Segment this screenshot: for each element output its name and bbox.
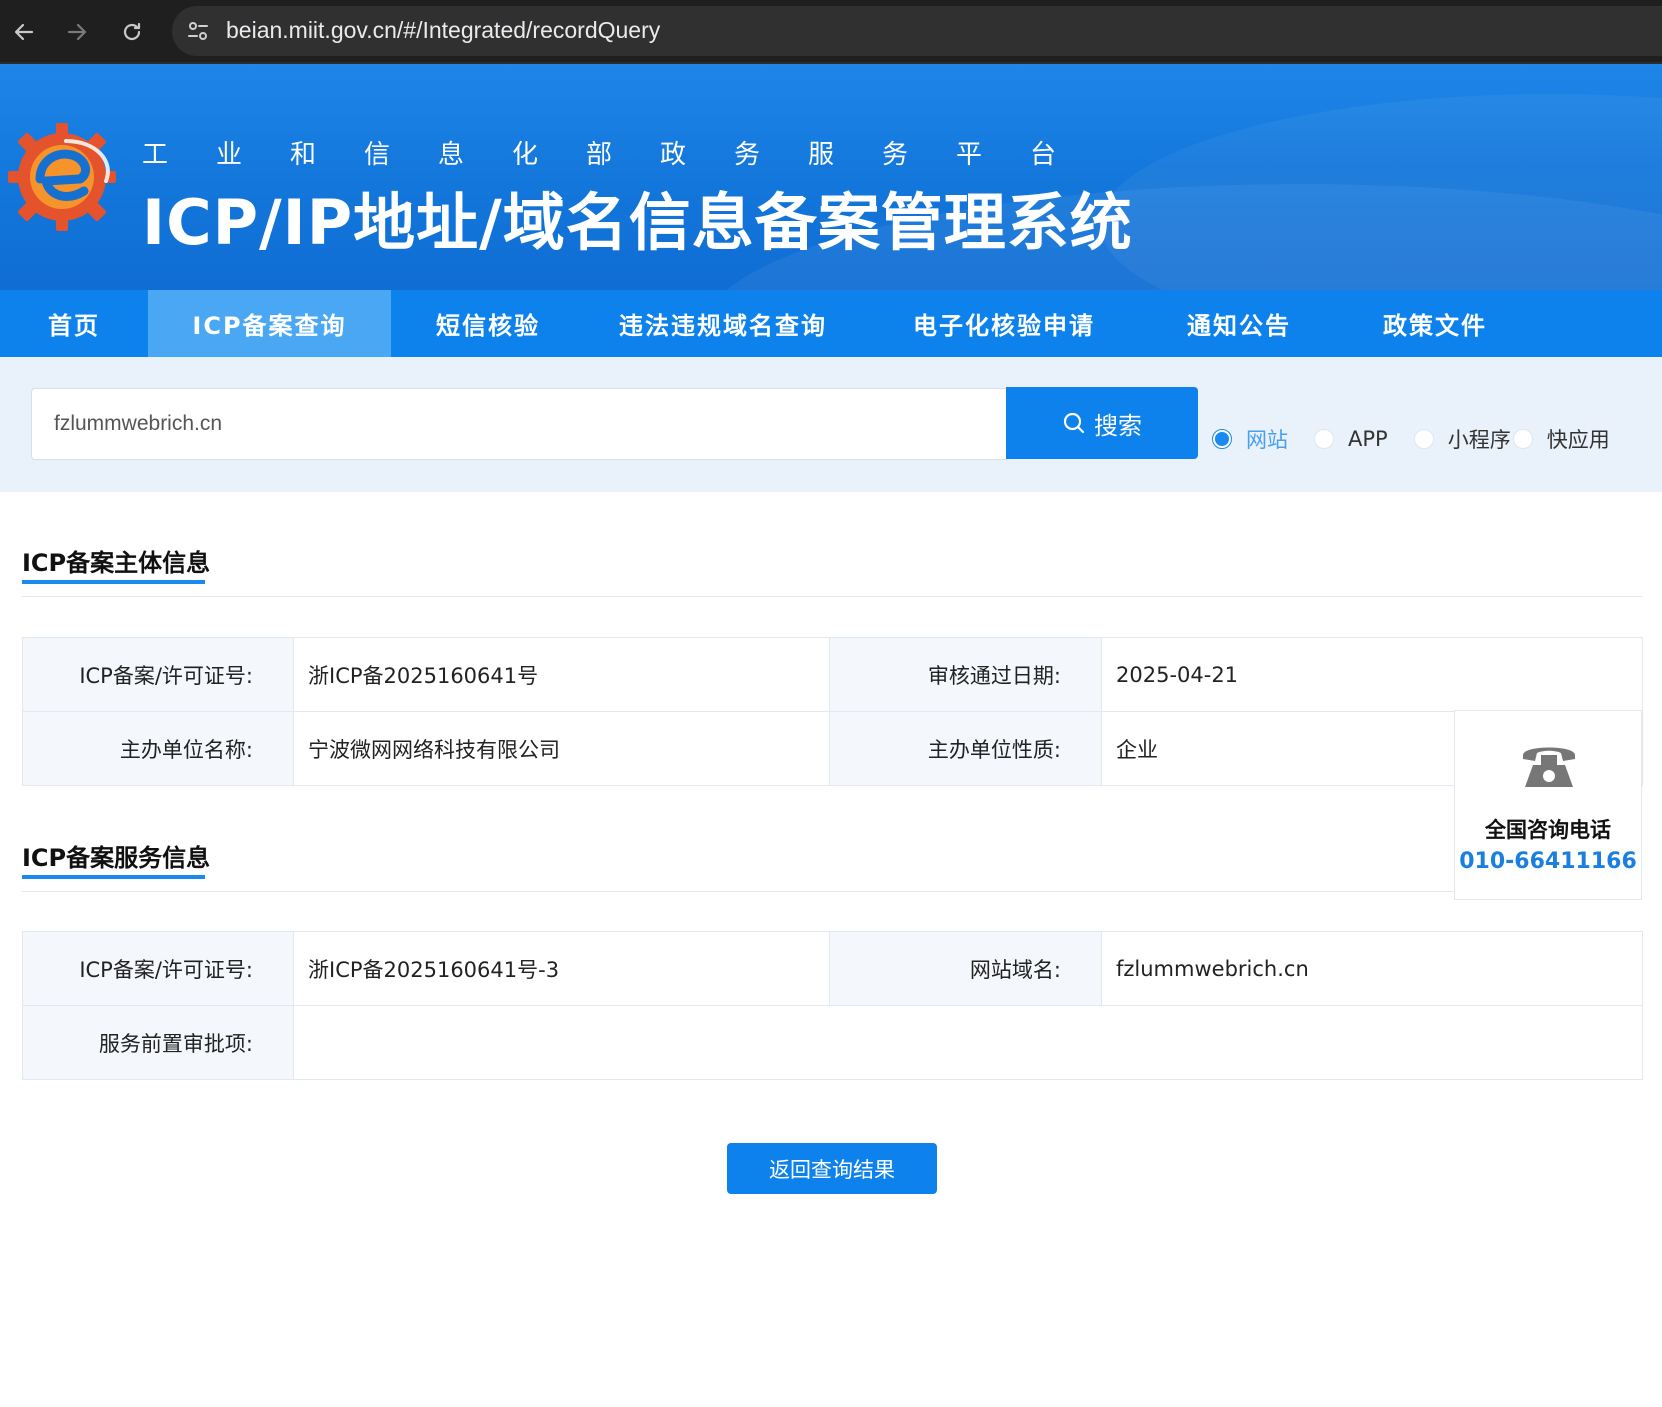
radio-unchecked-icon [1512, 429, 1533, 449]
nav-item-home[interactable]: 首页 [0, 290, 148, 357]
search-input[interactable] [31, 388, 1007, 460]
ministry-title: 工业和信息化部政务服务平台 [142, 140, 1105, 170]
nav-item-icp-query[interactable]: ICP备案查询 [148, 290, 391, 357]
address-bar[interactable]: beian.miit.gov.cn/#/Integrated/recordQue… [172, 6, 1662, 56]
radio-label-website: 网站 [1246, 428, 1288, 452]
org-type-label: 主办单位性质: [829, 711, 1102, 786]
browser-toolbar: beian.miit.gov.cn/#/Integrated/recordQue… [0, 0, 1662, 64]
back-arrow-icon[interactable] [2, 10, 46, 54]
forward-arrow-icon[interactable] [55, 10, 99, 54]
hotline-card: 全国咨询电话 010-66411166 [1454, 710, 1642, 900]
query-type-radio-group: 网站 APP 小程序 快应用 [1212, 424, 1610, 454]
search-button[interactable]: 搜索 [1006, 387, 1198, 459]
preapproval-value [293, 1005, 1643, 1080]
section-divider [22, 596, 1642, 597]
service-license-label: ICP备案/许可证号: [22, 931, 294, 1006]
url-text[interactable]: beian.miit.gov.cn/#/Integrated/recordQue… [226, 17, 660, 44]
reload-icon[interactable] [110, 10, 154, 54]
nav-item-policy-docs[interactable]: 政策文件 [1331, 290, 1539, 357]
radio-website[interactable]: 网站 [1212, 424, 1288, 454]
radio-checked-icon [1212, 429, 1232, 449]
system-title: ICP/IP地址/域名信息备案管理系统 [142, 186, 1133, 259]
radio-label-app: APP [1348, 427, 1388, 451]
table-row: ICP备案/许可证号: 浙ICP备2025160641号 审核通过日期: 202… [22, 637, 1643, 712]
preapproval-label: 服务前置审批项: [22, 1005, 294, 1080]
search-icon [1063, 412, 1085, 434]
domain-value: fzlummwebrich.cn [1101, 931, 1643, 1006]
section-title-service: ICP备案服务信息 [22, 844, 211, 872]
search-panel: 搜索 网站 APP 小程序 快应用 [0, 357, 1662, 492]
radio-quick-app[interactable]: 快应用 [1512, 424, 1610, 454]
banner-decoration [1100, 94, 1662, 290]
radio-label-quick-app: 快应用 [1546, 428, 1610, 452]
telephone-icon [1523, 747, 1575, 787]
org-name-value: 宁波微网网络科技有限公司 [293, 711, 830, 786]
nav-item-sms-verify[interactable]: 短信核验 [391, 290, 585, 357]
hotline-number: 010-66411166 [1459, 849, 1637, 874]
table-row: 主办单位名称: 宁波微网网络科技有限公司 主办单位性质: 企业 [22, 711, 1643, 786]
nav-item-electronic-verify[interactable]: 电子化核验申请 [861, 290, 1147, 357]
search-button-label: 搜索 [1094, 412, 1142, 440]
service-info-table: ICP备案/许可证号: 浙ICP备2025160641号-3 网站域名: fzl… [22, 931, 1643, 1080]
section-title-underline [22, 580, 205, 584]
header-banner: 工业和信息化部政务服务平台 ICP/IP地址/域名信息备案管理系统 [0, 64, 1662, 290]
miit-logo-icon [8, 123, 116, 231]
section-title-subject: ICP备案主体信息 [22, 549, 211, 577]
radio-mini-program[interactable]: 小程序 [1413, 424, 1511, 454]
subject-info-table: ICP备案/许可证号: 浙ICP备2025160641号 审核通过日期: 202… [22, 637, 1643, 786]
nav-item-illegal-domain-query[interactable]: 违法违规域名查询 [585, 290, 861, 357]
back-to-results-button[interactable]: 返回查询结果 [727, 1143, 937, 1194]
org-name-label: 主办单位名称: [22, 711, 294, 786]
license-label: ICP备案/许可证号: [22, 637, 294, 712]
main-nav: 首页 ICP备案查询 短信核验 违法违规域名查询 电子化核验申请 通知公告 政策… [0, 290, 1662, 357]
site-info-icon[interactable] [186, 19, 210, 43]
approval-date-value: 2025-04-21 [1101, 637, 1643, 712]
section-divider [22, 891, 1454, 892]
domain-label: 网站域名: [829, 931, 1102, 1006]
table-row: 服务前置审批项: [22, 1005, 1643, 1080]
nav-item-notices[interactable]: 通知公告 [1147, 290, 1331, 357]
approval-date-label: 审核通过日期: [829, 637, 1102, 712]
table-row: ICP备案/许可证号: 浙ICP备2025160641号-3 网站域名: fzl… [22, 931, 1643, 1006]
radio-app[interactable]: APP [1314, 427, 1388, 451]
radio-unchecked-icon [1314, 429, 1334, 449]
hotline-label: 全国咨询电话 [1485, 818, 1611, 842]
radio-label-mini-program: 小程序 [1447, 428, 1511, 452]
license-value: 浙ICP备2025160641号 [293, 637, 830, 712]
service-license-value: 浙ICP备2025160641号-3 [293, 931, 830, 1006]
section-title-underline [22, 875, 205, 879]
radio-unchecked-icon [1413, 429, 1434, 449]
